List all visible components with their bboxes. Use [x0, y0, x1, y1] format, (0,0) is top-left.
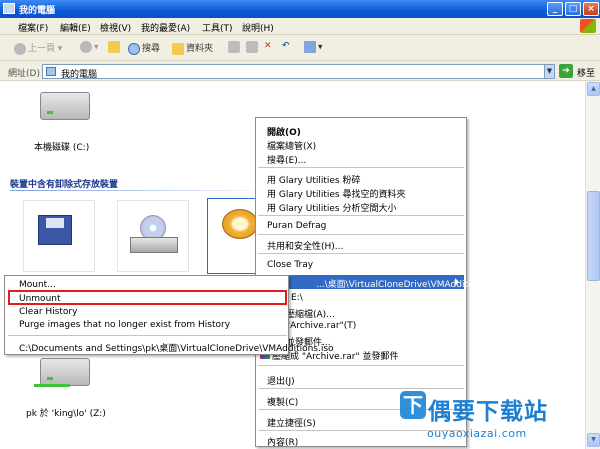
menu-item-glary-empty-folders[interactable]: 用 Glary Utilities 尋找空的資料夾	[267, 187, 405, 200]
menu-separator	[258, 253, 464, 254]
close-button[interactable]: ×	[583, 2, 599, 16]
menu-separator	[258, 215, 464, 216]
folders-button[interactable]: 資料夾	[172, 41, 213, 55]
menu-item-glary-analyze[interactable]: 用 Glary Utilities 分析空間大小	[267, 201, 396, 214]
menu-edit[interactable]: 編輯(E)	[60, 21, 91, 34]
menu-item-eject[interactable]: 退出(J)	[267, 374, 295, 387]
menu-separator	[258, 167, 464, 168]
folder-icon	[172, 42, 184, 55]
search-icon	[128, 42, 140, 55]
menu-file[interactable]: 檔案(F)	[18, 21, 48, 34]
chevron-down-icon: ▼	[546, 67, 553, 75]
menu-item-partial-1[interactable]: E:\	[291, 293, 303, 303]
copy-to-button[interactable]	[246, 41, 260, 53]
network-cable-icon	[34, 384, 70, 387]
computer-icon	[3, 3, 15, 14]
menu-bar: 檔案(F) 編輯(E) 檢視(V) 我的最愛(A) 工具(T) 說明(H)	[0, 18, 600, 35]
submenu-item-history-entry[interactable]: C:\Documents and Settings\pk\桌面\VirtualC…	[19, 341, 334, 354]
window-title: 我的電腦	[19, 6, 56, 16]
delete-button[interactable]: ✕	[264, 41, 272, 51]
virtual-clone-drive-icon	[222, 209, 258, 239]
watermark-logo-icon: 下	[400, 391, 426, 419]
computer-icon	[46, 67, 56, 76]
search-label: 搜尋	[142, 44, 161, 54]
menu-item-create-shortcut[interactable]: 建立捷徑(S)	[267, 416, 316, 429]
forward-button[interactable]: ▾	[80, 41, 99, 53]
submenu-item-unmount[interactable]: Unmount	[19, 294, 61, 304]
cd-drive-tile[interactable]	[117, 200, 189, 272]
title-bar: 我的電腦 _ □ ×	[0, 0, 600, 18]
address-input[interactable]: 我的電腦	[42, 64, 555, 80]
menu-item-partial-2[interactable]: 壓縮檔(A)...	[286, 307, 335, 320]
back-arrow-icon	[14, 42, 26, 55]
minimize-button[interactable]: _	[547, 2, 563, 16]
scroll-down-button[interactable]: ▼	[587, 433, 600, 447]
up-folder-button[interactable]	[108, 41, 122, 53]
address-bar: 網址(D) 我的電腦 ▼ ➔ 移至	[0, 61, 600, 81]
go-label[interactable]: 移至	[577, 66, 595, 79]
network-drive-icon	[40, 358, 90, 386]
menu-tools[interactable]: 工具(T)	[202, 21, 233, 34]
cd-drive-tray-icon	[130, 237, 178, 253]
menu-item-sharing[interactable]: 共用和安全性(H)...	[267, 239, 343, 252]
menu-separator	[258, 365, 464, 366]
scroll-up-button[interactable]: ▲	[587, 82, 600, 96]
menu-item-search[interactable]: 搜尋(E)...	[267, 153, 306, 166]
menu-help[interactable]: 說明(H)	[242, 21, 274, 34]
vcd-image-path: ...\桌面\VirtualCloneDrive\VMAdditions.iso…	[316, 280, 506, 290]
vertical-scrollbar[interactable]: ▲ ▼	[585, 81, 600, 449]
toolbar: 上一頁 ▾ ▾ 搜尋 資料夾 ✕ ↶ ▾	[0, 35, 600, 61]
menu-item-copy[interactable]: 複製(C)	[267, 395, 298, 408]
virtual-clone-drive-submenu: Mount... Unmount Clear History Purge ima…	[4, 275, 334, 355]
go-arrow-icon: ➔	[562, 66, 570, 76]
menu-item-open[interactable]: 開啟(O)	[267, 125, 301, 138]
menu-item-glary-shred[interactable]: 用 Glary Utilities 粉碎	[267, 173, 360, 186]
watermark-title: 偶要下载站	[428, 399, 548, 425]
menu-item-close-tray[interactable]: Close Tray	[267, 260, 313, 270]
forward-arrow-icon	[80, 41, 92, 53]
folders-label: 資料夾	[186, 44, 214, 54]
removable-storage-heading: 裝置中含有卸除式存放裝置	[10, 180, 119, 190]
submenu-item-mount[interactable]: Mount...	[19, 280, 56, 290]
menu-view[interactable]: 檢視(V)	[100, 21, 131, 34]
menu-separator	[258, 388, 464, 389]
address-label: 網址(D)	[8, 69, 40, 79]
menu-item-partial-3[interactable]: "Archive.rar"(T)	[286, 321, 356, 331]
up-folder-icon	[108, 41, 120, 53]
views-icon	[304, 41, 316, 53]
undo-icon: ↶	[282, 41, 290, 51]
local-drive-c[interactable]	[40, 92, 90, 122]
menu-separator	[258, 234, 464, 235]
watermark-url: ouyaoxiazai.com	[427, 427, 527, 440]
hard-drive-icon	[40, 92, 90, 120]
back-label: 上一頁	[28, 44, 56, 54]
go-button[interactable]: ➔	[559, 64, 573, 78]
move-to-button[interactable]	[228, 41, 242, 53]
maximize-button[interactable]: □	[565, 2, 581, 16]
undo-button[interactable]: ↶	[282, 41, 290, 51]
submenu-item-clear-history[interactable]: Clear History	[19, 307, 77, 317]
views-button[interactable]: ▾	[304, 41, 323, 53]
copy-to-icon	[246, 41, 258, 53]
move-to-icon	[228, 41, 240, 53]
search-button[interactable]: 搜尋	[128, 41, 160, 55]
menu-item-puran-defrag[interactable]: Puran Defrag	[267, 221, 326, 231]
address-dropdown-button[interactable]: ▼	[544, 64, 555, 79]
menu-item-explore[interactable]: 檔案總管(X)	[267, 139, 316, 152]
menu-favorites[interactable]: 我的最愛(A)	[141, 21, 190, 34]
menu-item-properties[interactable]: 內容(R)	[267, 435, 298, 448]
submenu-item-purge-images[interactable]: Purge images that no longer exist from H…	[19, 320, 230, 330]
floppy-drive-icon	[38, 215, 72, 245]
scroll-thumb[interactable]	[587, 191, 600, 281]
delete-icon: ✕	[264, 41, 272, 51]
submenu-arrow-icon	[455, 278, 459, 286]
address-value: 我的電腦	[61, 70, 98, 80]
local-drive-label: 本機磁碟 (C:)	[34, 143, 90, 153]
windows-logo-icon	[580, 19, 596, 33]
section-divider	[10, 190, 280, 191]
back-button[interactable]: 上一頁 ▾	[14, 41, 62, 55]
menu-separator	[8, 335, 287, 336]
floppy-drive-tile[interactable]	[23, 200, 95, 272]
network-drive-label: pk 於 'king\lo' (Z:)	[26, 409, 106, 419]
